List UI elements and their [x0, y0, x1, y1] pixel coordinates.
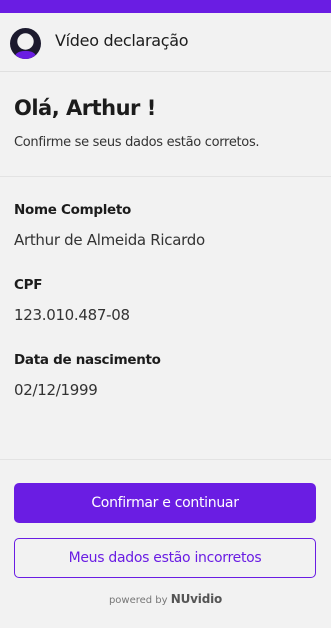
powered-by-text: powered by	[108, 595, 168, 606]
confirm-continue-button[interactable]: Confirmar e continuar	[14, 483, 316, 523]
instruction-text: Confirme se seus dados estão corretos.	[14, 135, 260, 150]
greeting-heading: Olá, Arthur !	[14, 96, 156, 120]
field-label-birth-date: Data de nascimento	[14, 352, 161, 368]
field-label-cpf: CPF	[14, 277, 43, 293]
field-value-cpf: 123.010.487-08	[14, 306, 130, 324]
top-accent-bar	[0, 0, 331, 13]
powered-by: powered by NUvidio	[0, 592, 331, 606]
field-value-full-name: Arthur de Almeida Ricardo	[14, 231, 205, 249]
footer-divider	[0, 459, 331, 460]
user-avatar-icon	[10, 28, 41, 59]
header-title: Vídeo declaração	[55, 31, 189, 50]
field-value-birth-date: 02/12/1999	[14, 381, 98, 399]
section-divider	[0, 176, 331, 177]
page: Vídeo declaração Olá, Arthur ! Confirme …	[0, 0, 331, 628]
header: Vídeo declaração	[0, 13, 331, 72]
brand-logo: NUvidio	[170, 592, 223, 606]
data-incorrect-button[interactable]: Meus dados estão incorretos	[14, 538, 316, 578]
field-label-full-name: Nome Completo	[14, 202, 132, 218]
